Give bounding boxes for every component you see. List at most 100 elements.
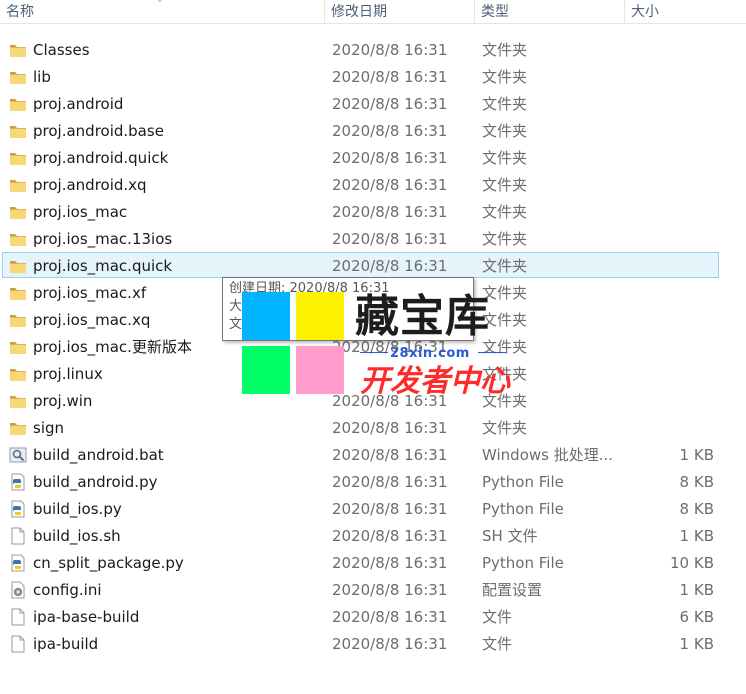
watermark-title: 藏宝库 <box>355 291 490 342</box>
file-size: 1 KB <box>679 527 714 545</box>
file-name: ipa-build <box>33 635 99 653</box>
file-date: 2020/8/8 16:31 <box>332 473 448 491</box>
file-row[interactable]: proj.android.quick 2020/8/8 16:31 文件夹 <box>2 144 719 170</box>
file-date: 2020/8/8 16:31 <box>332 230 448 248</box>
file-name: build_android.py <box>33 473 158 491</box>
file-size: 6 KB <box>679 608 714 626</box>
file-name: sign <box>33 419 65 437</box>
folder-icon <box>9 311 27 329</box>
file-name: build_ios.py <box>33 500 122 518</box>
file-name: config.ini <box>33 581 102 599</box>
file-type: 文件夹 <box>482 230 528 248</box>
file-row[interactable]: lib 2020/8/8 16:31 文件夹 <box>2 63 719 89</box>
file-date: 2020/8/8 16:31 <box>332 95 448 113</box>
file-date: 2020/8/8 16:31 <box>332 149 448 167</box>
file-type: SH 文件 <box>482 527 538 545</box>
file-row[interactable]: sign 2020/8/8 16:31 文件夹 <box>2 414 719 440</box>
file-type: Python File <box>482 473 564 491</box>
blank-file-icon <box>9 635 27 653</box>
file-date: 2020/8/8 16:31 <box>332 527 448 545</box>
folder-icon <box>9 392 27 410</box>
file-type: 文件夹 <box>482 122 528 140</box>
file-name: proj.android.quick <box>33 149 169 167</box>
file-name: Classes <box>33 41 90 59</box>
file-type: 文件夹 <box>482 176 528 194</box>
file-row[interactable]: proj.android.xq 2020/8/8 16:31 文件夹 <box>2 171 719 197</box>
file-date: 2020/8/8 16:31 <box>332 554 448 572</box>
watermark-divider-left <box>360 352 388 353</box>
file-size: 1 KB <box>679 635 714 653</box>
folder-icon <box>9 230 27 248</box>
folder-icon <box>9 95 27 113</box>
file-name: proj.ios_mac.13ios <box>33 230 173 248</box>
file-type: 文件夹 <box>482 68 528 86</box>
file-name: build_ios.sh <box>33 527 121 545</box>
file-type: 文件 <box>482 608 513 626</box>
file-name: proj.android <box>33 95 124 113</box>
file-type: 配置设置 <box>482 581 543 599</box>
file-type: 文件夹 <box>482 419 528 437</box>
file-type: Python File <box>482 500 564 518</box>
file-size: 8 KB <box>679 500 714 518</box>
file-name: lib <box>33 68 51 86</box>
watermark-url: 28xin.com <box>390 346 470 361</box>
file-type: 文件 <box>482 635 513 653</box>
sort-arrow-icon: ⌄ <box>156 0 164 5</box>
file-row[interactable]: Classes 2020/8/8 16:31 文件夹 <box>2 36 719 62</box>
column-header-size[interactable]: 大小 <box>624 0 722 24</box>
file-row[interactable]: build_ios.py 2020/8/8 16:31 Python File 8 K… <box>2 495 719 521</box>
folder-icon <box>9 122 27 140</box>
file-name: proj.android.base <box>33 122 164 140</box>
file-type: Python File <box>482 554 564 572</box>
watermark-divider-right <box>478 352 506 353</box>
watermark-square-blue <box>242 292 290 340</box>
batch-file-icon <box>9 446 27 464</box>
column-header-date[interactable]: 修改日期 <box>324 0 474 24</box>
file-date: 2020/8/8 16:31 <box>332 419 448 437</box>
file-name: proj.ios_mac.xq <box>33 311 151 329</box>
folder-icon <box>9 338 27 356</box>
file-row[interactable]: build_ios.sh 2020/8/8 16:31 SH 文件 1 KB <box>2 522 719 548</box>
file-name: build_android.bat <box>33 446 164 464</box>
file-row[interactable]: proj.ios_mac.quick 2020/8/8 16:31 文件夹 <box>2 252 719 278</box>
watermark-square-green <box>242 346 290 394</box>
file-size: 10 KB <box>670 554 714 572</box>
watermark-square-pink <box>296 346 344 394</box>
file-row[interactable]: proj.android 2020/8/8 16:31 文件夹 <box>2 90 719 116</box>
python-file-icon <box>9 500 27 518</box>
folder-icon <box>9 176 27 194</box>
file-name: ipa-base-build <box>33 608 140 626</box>
python-file-icon <box>9 554 27 572</box>
folder-icon <box>9 419 27 437</box>
file-row[interactable]: proj.ios_mac 2020/8/8 16:31 文件夹 <box>2 198 719 224</box>
file-row[interactable]: ipa-build 2020/8/8 16:31 文件 1 KB <box>2 630 719 656</box>
file-name: proj.ios_mac.更新版本 <box>33 338 192 356</box>
folder-icon <box>9 203 27 221</box>
column-header-type[interactable]: 类型 <box>474 0 624 24</box>
file-date: 2020/8/8 16:31 <box>332 635 448 653</box>
file-date: 2020/8/8 16:31 <box>332 257 448 275</box>
column-header-bar: 名称 修改日期 类型 大小 ⌄ <box>0 0 746 24</box>
file-date: 2020/8/8 16:31 <box>332 446 448 464</box>
file-row[interactable]: proj.ios_mac.13ios 2020/8/8 16:31 文件夹 <box>2 225 719 251</box>
file-name: proj.linux <box>33 365 103 383</box>
file-date: 2020/8/8 16:31 <box>332 608 448 626</box>
file-name: proj.ios_mac <box>33 203 128 221</box>
folder-icon <box>9 257 27 275</box>
file-row[interactable]: proj.android.base 2020/8/8 16:31 文件夹 <box>2 117 719 143</box>
watermark-subtitle: 开发者中心 <box>360 364 510 399</box>
file-type: Windows 批处理... <box>482 446 614 464</box>
file-date: 2020/8/8 16:31 <box>332 68 448 86</box>
file-row[interactable]: config.ini 2020/8/8 16:31 配置设置 1 KB <box>2 576 719 602</box>
file-size: 1 KB <box>679 446 714 464</box>
file-type: 文件夹 <box>482 257 528 275</box>
file-row[interactable]: build_android.py 2020/8/8 16:31 Python Fil… <box>2 468 719 494</box>
file-date: 2020/8/8 16:31 <box>332 500 448 518</box>
file-row[interactable]: ipa-base-build 2020/8/8 16:31 文件 6 KB <box>2 603 719 629</box>
file-row[interactable]: cn_split_package.py 2020/8/8 16:31 Python … <box>2 549 719 575</box>
folder-icon <box>9 284 27 302</box>
file-row[interactable]: build_android.bat 2020/8/8 16:31 Windows 批… <box>2 441 719 467</box>
folder-icon <box>9 41 27 59</box>
file-size: 8 KB <box>679 473 714 491</box>
file-type: 文件夹 <box>482 149 528 167</box>
